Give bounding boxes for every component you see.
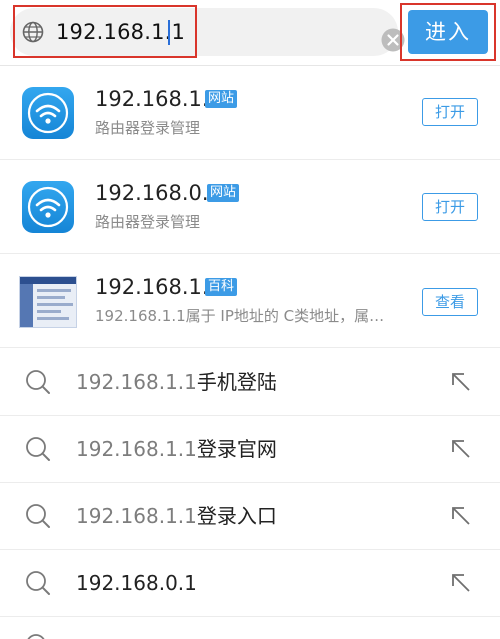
router-page-thumbnail	[19, 276, 77, 328]
browser-screen: 192.168.1.1 进入 192.168.1.1 网站 路由器登录管理 打开	[0, 0, 500, 639]
result-subtitle: 192.168.1.1属于 IP地址的 C类地址，属…	[95, 307, 385, 325]
go-highlight-box	[400, 3, 496, 61]
result-row[interactable]: 192.168.1.1 百科 192.168.1.1属于 IP地址的 C类地址，…	[0, 254, 500, 348]
view-button[interactable]: 查看	[422, 288, 478, 316]
suggestion-suffix: 手机登陆	[196, 370, 277, 394]
wifi-app-icon	[22, 87, 74, 139]
search-icon	[26, 504, 50, 528]
suggestion-query: 192.168.0.1	[76, 571, 197, 595]
search-icon	[26, 370, 50, 394]
arrow-up-left-icon[interactable]	[449, 571, 473, 595]
suggestion-text: 192.168.0.1	[76, 570, 197, 596]
result-tag: 网站	[207, 184, 240, 202]
suggestion-row[interactable]: 192.168.1.1登录入口	[0, 483, 500, 550]
result-title: 192.168.1.1	[95, 87, 222, 111]
suggestion-text: 192.168.1.1登录入口	[76, 503, 277, 529]
suggestion-row[interactable]: 192.168.1.1登录官网	[0, 416, 500, 483]
suggestion-query: 192.168.1.1	[76, 370, 197, 394]
arrow-up-left-icon[interactable]	[449, 504, 473, 528]
search-icon	[26, 437, 50, 461]
result-tag: 百科	[205, 278, 238, 296]
suggestion-query: 192.168.1.1	[76, 504, 197, 528]
search-icon	[26, 571, 50, 595]
result-title: 192.168.0.1	[95, 181, 222, 205]
open-button[interactable]: 打开	[422, 98, 478, 126]
wifi-app-icon	[22, 181, 74, 233]
suggestion-text: 192.168.1.1登录官网	[76, 436, 277, 462]
address-bar: 192.168.1.1 进入	[0, 0, 500, 66]
suggestion-row-partial[interactable]	[0, 620, 500, 639]
arrow-up-left-icon[interactable]	[449, 437, 473, 461]
suggestion-suffix: 登录入口	[196, 504, 277, 528]
search-icon	[27, 634, 45, 639]
result-row[interactable]: 192.168.0.1 网站 路由器登录管理 打开	[0, 160, 500, 254]
url-highlight-box	[13, 5, 197, 58]
suggestion-text: 192.168.1.1手机登陆	[76, 369, 277, 395]
arrow-up-left-icon[interactable]	[449, 370, 473, 394]
result-tag: 网站	[205, 90, 238, 108]
result-row[interactable]: 192.168.1.1 网站 路由器登录管理 打开	[0, 66, 500, 160]
result-subtitle: 路由器登录管理	[95, 213, 201, 231]
result-subtitle: 路由器登录管理	[95, 119, 201, 137]
suggestion-query: 192.168.1.1	[76, 437, 197, 461]
suggestion-row[interactable]: 192.168.1.1手机登陆	[0, 349, 500, 416]
suggestion-row[interactable]: 192.168.0.1	[0, 550, 500, 617]
suggestion-suffix: 登录官网	[196, 437, 277, 461]
open-button[interactable]: 打开	[422, 193, 478, 221]
result-title: 192.168.1.1	[95, 275, 222, 299]
